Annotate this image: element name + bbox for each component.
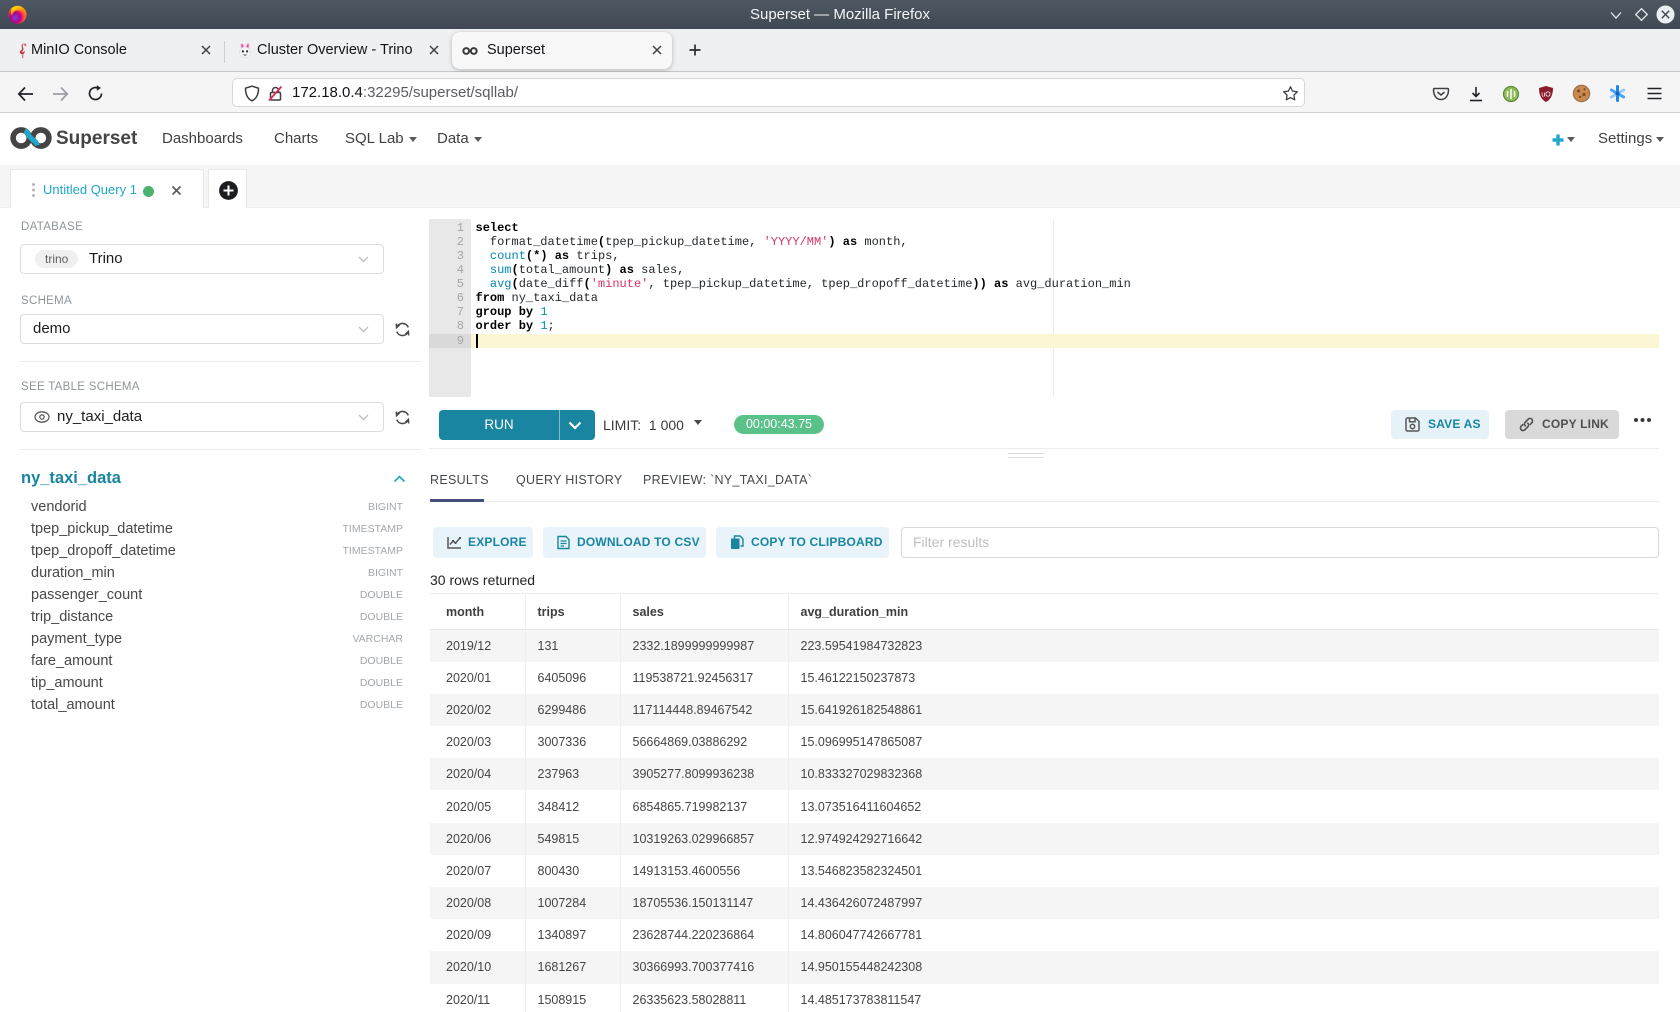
svg-text:uO: uO bbox=[1541, 92, 1551, 99]
